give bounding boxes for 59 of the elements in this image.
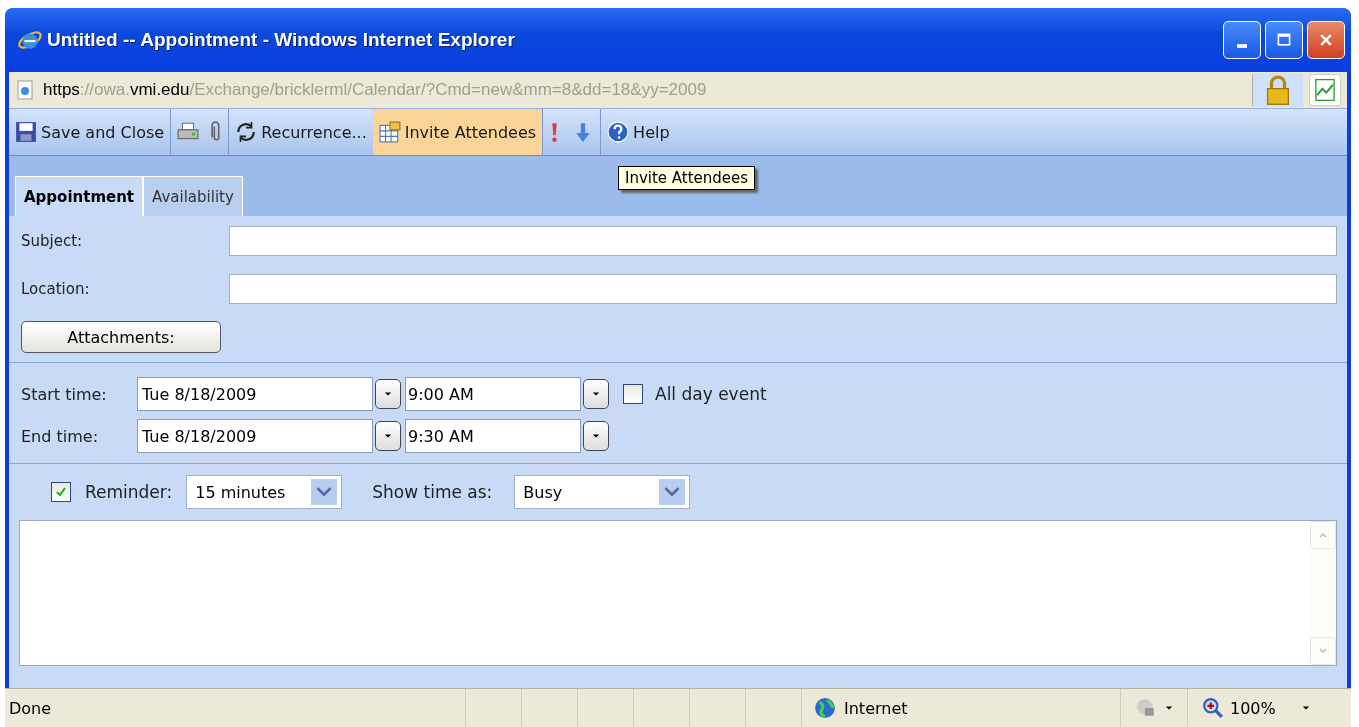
zoom-level[interactable]: 100% (1230, 698, 1276, 718)
caret-icon (592, 432, 600, 440)
status-text: Done (9, 698, 53, 718)
time-field[interactable]: 9:00 AM (405, 377, 581, 411)
reminder-dropdown[interactable]: 15 minutes (186, 475, 343, 509)
checkbox-label: All day event (655, 384, 767, 404)
checkbox-label: Reminder: (85, 482, 173, 502)
checkbox[interactable] (51, 482, 71, 502)
invite-button[interactable]: Invite Attendees (372, 109, 543, 155)
caret-icon (592, 390, 600, 398)
page-icon[interactable] (1309, 74, 1341, 106)
caret-icon (384, 390, 392, 398)
chevron-down-icon (659, 479, 686, 505)
checkmark-icon (55, 486, 67, 498)
calendar-icon (378, 121, 401, 143)
globe-icon (814, 697, 836, 719)
tooltip: Invite Attendees (618, 166, 756, 190)
dropdown-button[interactable] (375, 379, 401, 409)
protected-mode-icon[interactable] (1135, 697, 1157, 719)
paperclip-icon (211, 121, 223, 143)
caret-icon[interactable] (1301, 704, 1310, 712)
caret-icon[interactable] (1165, 704, 1173, 712)
dropdown-button[interactable] (583, 421, 609, 451)
page-icon (15, 80, 35, 100)
checkbox[interactable] (623, 384, 643, 404)
field-label: Location: (21, 280, 91, 298)
field-label: Subject: (21, 232, 84, 250)
security-zone: Internet (844, 698, 908, 718)
circular-arrows-icon (235, 121, 258, 143)
help-button[interactable]: Help (601, 109, 676, 155)
tab[interactable]: Availability (143, 176, 243, 216)
field-label: Start time: (21, 384, 108, 404)
show-as-dropdown[interactable]: Busy (514, 475, 691, 509)
date-field[interactable]: Tue 8/18/2009 (137, 419, 373, 453)
save-button[interactable]: Save and Close (9, 109, 171, 155)
minimize-icon (1237, 44, 1247, 48)
attachments-button[interactable]: Attachments: (21, 321, 221, 353)
maximize-button[interactable] (1265, 21, 1303, 59)
maximize-icon (1276, 32, 1292, 48)
window-title: Untitled -- Appointment - Windows Internet Explorer (47, 29, 516, 51)
subject-field[interactable] (229, 226, 1337, 256)
notes-field[interactable] (19, 520, 1337, 666)
recurrence-button[interactable]: Recurrence... (229, 109, 373, 155)
dropdown-button[interactable] (375, 421, 401, 451)
chevron-down-icon (311, 479, 338, 505)
date-field[interactable]: Tue 8/18/2009 (137, 377, 373, 411)
close-icon (1318, 32, 1334, 48)
dropdown-button[interactable] (583, 379, 609, 409)
location-field[interactable] (229, 274, 1337, 304)
caret-icon (384, 432, 392, 440)
field-label: Show time as: (372, 482, 493, 502)
zoom-icon[interactable] (1202, 697, 1224, 719)
field-label: End time: (21, 426, 100, 446)
help-icon (607, 121, 630, 143)
time-field[interactable]: 9:30 AM (405, 419, 581, 453)
close-button[interactable] (1307, 21, 1345, 59)
tab[interactable]: Appointment (15, 176, 144, 216)
padlock-icon[interactable] (1253, 73, 1303, 107)
minimize-button[interactable] (1223, 21, 1261, 59)
